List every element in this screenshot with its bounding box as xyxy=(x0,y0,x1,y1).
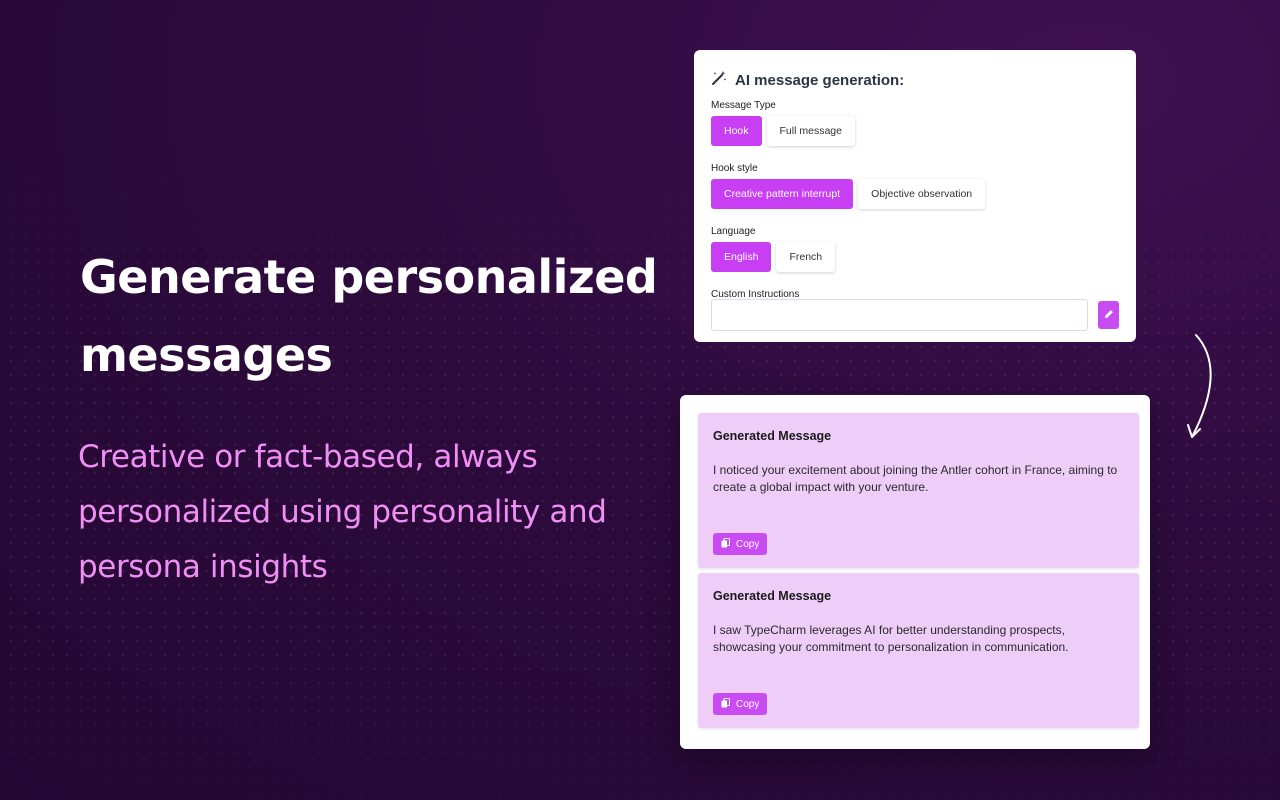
generated-message-title: Generated Message xyxy=(713,429,832,443)
panel-header: AI message generation: xyxy=(711,70,1119,91)
custom-instructions-input[interactable] xyxy=(711,299,1089,331)
language-options: English French xyxy=(711,242,1119,272)
message-type-label: Message Type xyxy=(711,100,776,111)
hook-style-label: Hook style xyxy=(711,163,758,174)
generated-message-card: Generated Message I saw TypeCharm levera… xyxy=(698,573,1139,728)
message-type-full-message-button[interactable]: Full message xyxy=(766,116,855,146)
generated-message-text: I noticed your excitement about joining … xyxy=(713,463,1118,494)
generated-message-card: Generated Message I noticed your excitem… xyxy=(698,413,1139,568)
copy-button-label: Copy xyxy=(736,698,760,710)
copy-icon xyxy=(721,697,730,711)
hero-title: Generate personalized messages xyxy=(80,250,658,382)
pencil-icon xyxy=(1104,306,1114,324)
ai-generation-panel: AI message generation: Message Type Hook… xyxy=(694,50,1136,342)
language-label: Language xyxy=(711,226,756,237)
copy-button[interactable]: Copy xyxy=(713,693,768,715)
generated-message-title: Generated Message xyxy=(713,589,832,603)
generated-messages-panel: Generated Message I noticed your excitem… xyxy=(680,395,1150,749)
magic-wand-icon xyxy=(711,70,727,91)
copy-button[interactable]: Copy xyxy=(713,533,768,555)
language-english-button[interactable]: English xyxy=(711,242,772,272)
generated-message-text: I saw TypeCharm leverages AI for better … xyxy=(713,623,1069,654)
hook-style-options: Creative pattern interrupt Objective obs… xyxy=(711,179,1119,209)
copy-icon xyxy=(721,537,730,551)
hook-style-creative-button[interactable]: Creative pattern interrupt xyxy=(711,179,854,209)
edit-instructions-button[interactable] xyxy=(1098,301,1119,329)
hook-style-objective-button[interactable]: Objective observation xyxy=(858,179,986,209)
copy-button-label: Copy xyxy=(736,538,760,550)
language-french-button[interactable]: French xyxy=(776,242,836,272)
message-type-hook-button[interactable]: Hook xyxy=(711,116,762,146)
hero-subtitle: Creative or fact-based, always personali… xyxy=(78,439,607,585)
custom-instructions-row xyxy=(711,299,1119,331)
panel-title: AI message generation: xyxy=(735,72,905,89)
curved-arrow-icon xyxy=(1187,334,1212,438)
message-type-options: Hook Full message xyxy=(711,116,1119,146)
